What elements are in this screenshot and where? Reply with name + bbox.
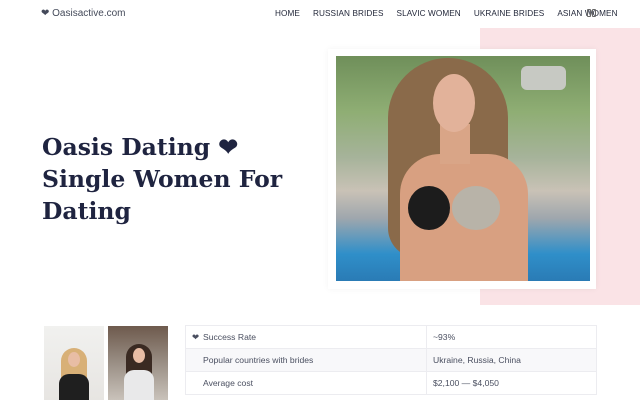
stat-value: $2,100 — $4,050 [426, 371, 597, 395]
stat-value: Ukraine, Russia, China [426, 348, 597, 372]
nav-russian-brides[interactable]: RUSSIAN BRIDES [313, 9, 384, 18]
main-nav: HOME RUSSIAN BRIDES SLAVIC WOMEN UKRAINE… [275, 9, 631, 18]
stat-label: Average cost [203, 378, 254, 388]
table-row: Popular countries with brides Ukraine, R… [185, 348, 597, 372]
nav-ukraine-brides[interactable]: UKRAINE BRIDES [474, 9, 545, 18]
site-header: ❤ Oasisactive.com HOME RUSSIAN BRIDES SL… [0, 0, 640, 28]
stat-label: Success Rate [203, 331, 257, 342]
stats-table: ❤ Success Rate ~93% Popular countries wit… [185, 325, 597, 395]
profile-thumbnail[interactable] [108, 326, 168, 400]
stat-label: Popular countries with brides [203, 355, 314, 365]
nav-slavic-women[interactable]: SLAVIC WOMEN [397, 9, 461, 18]
hero-photo [336, 56, 590, 281]
nav-home[interactable]: HOME [275, 9, 300, 18]
site-logo[interactable]: ❤ Oasisactive.com [41, 8, 126, 19]
language-switch-icon[interactable] [587, 9, 597, 18]
profile-thumbnail[interactable] [44, 326, 104, 400]
page-title: Oasis Dating ❤ Single Women For Dating [42, 133, 283, 225]
stat-value: ~93% [426, 325, 597, 349]
table-row: ❤ Success Rate ~93% [185, 325, 597, 349]
heart-icon: ❤ [192, 331, 200, 342]
table-row: Average cost $2,100 — $4,050 [185, 371, 597, 395]
